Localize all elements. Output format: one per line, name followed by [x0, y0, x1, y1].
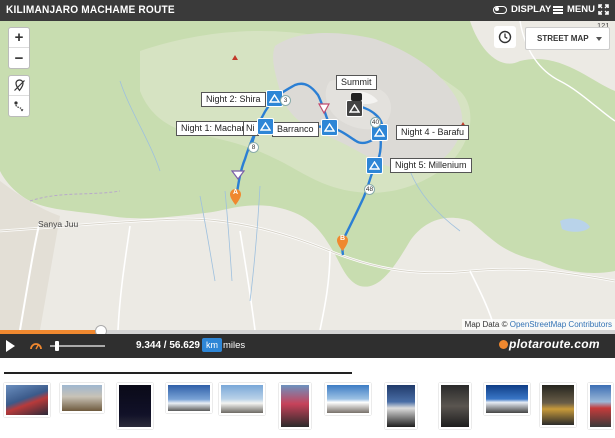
- hide-markers-button[interactable]: [9, 76, 29, 96]
- place-label-sanya-juu: Sanya Juu: [38, 219, 79, 229]
- camp-label-shira[interactable]: Night 2: Shira: [201, 92, 266, 107]
- photo-strip: [0, 358, 615, 438]
- attribution-text: Map Data ©: [464, 320, 508, 329]
- camp-tent-icon[interactable]: [257, 118, 274, 135]
- speed-icon[interactable]: [30, 340, 42, 351]
- photo-thumbnail[interactable]: [60, 383, 104, 413]
- hamburger-icon: [553, 5, 563, 14]
- osm-link[interactable]: OpenStreetMap Contributors: [510, 320, 612, 329]
- tent-icon: [324, 123, 335, 132]
- photo-thumbnail[interactable]: [588, 383, 613, 429]
- end-marker[interactable]: B: [336, 234, 349, 252]
- marker-off-icon: [13, 79, 25, 92]
- mile-marker: 48: [364, 184, 375, 195]
- photo-thumbnail[interactable]: [279, 383, 311, 429]
- photo-thumbnail[interactable]: [540, 383, 576, 427]
- tent-icon: [269, 94, 280, 103]
- camp-label-millenium[interactable]: Night 5: Millenium: [390, 158, 472, 173]
- tent-icon: [349, 104, 360, 113]
- toggle-icon: [493, 5, 507, 14]
- time-button[interactable]: [494, 26, 516, 48]
- photo-strip-divider: [4, 372, 352, 374]
- camp-label-barafu[interactable]: Night 4 - Barafu: [396, 125, 470, 140]
- mile-marker: 40: [370, 117, 381, 128]
- map-pin-icon: [499, 340, 508, 349]
- photo-thumbnail[interactable]: [166, 383, 212, 413]
- end-marker-label: B: [339, 235, 346, 242]
- route-icon: [13, 100, 23, 111]
- photo-thumbnail[interactable]: [439, 383, 471, 429]
- map-layer-label: STREET MAP: [537, 34, 589, 43]
- expand-icon: [598, 4, 609, 15]
- menu-button[interactable]: MENU: [553, 4, 595, 15]
- unit-miles-button[interactable]: miles: [223, 340, 245, 351]
- brand-logo[interactable]: plotaroute.com: [498, 337, 600, 351]
- chevron-down-icon: [596, 37, 602, 41]
- camp-label-summit[interactable]: Summit: [336, 75, 377, 90]
- photo-thumbnail[interactable]: [484, 383, 530, 415]
- camp-label-partial: Ni: [243, 121, 258, 136]
- speed-slider[interactable]: [50, 341, 105, 351]
- zoom-control: + −: [8, 27, 30, 69]
- fullscreen-button[interactable]: [598, 4, 609, 15]
- summit-icon[interactable]: [346, 100, 363, 117]
- menu-label: MENU: [567, 4, 595, 15]
- tent-icon: [374, 128, 385, 137]
- map-view[interactable]: Sanya Juu 121 + − STREET MAP Night 1: Ma…: [0, 21, 615, 330]
- player-controls: 9.344 / 56.629 km miles plotaroute.com: [0, 334, 615, 358]
- brand-text: plotaroute.com: [509, 337, 600, 351]
- mile-marker: 3: [280, 95, 291, 106]
- photo-thumbnail[interactable]: [117, 383, 153, 429]
- camp-tent-icon[interactable]: [366, 157, 383, 174]
- distance-readout: 9.344 / 56.629: [136, 340, 200, 351]
- route-title: KILIMANJARO MACHAME ROUTE: [6, 4, 175, 16]
- map-base: [0, 21, 615, 330]
- start-marker[interactable]: A: [229, 188, 242, 206]
- unit-km-button[interactable]: km: [202, 338, 222, 352]
- speed-slider-handle[interactable]: [55, 341, 59, 351]
- display-toggle-button[interactable]: DISPLAY: [493, 4, 551, 15]
- zoom-in-button[interactable]: +: [9, 28, 29, 48]
- camera-pin-icon[interactable]: [318, 103, 330, 115]
- map-tools: [8, 75, 30, 117]
- start-marker-label: A: [232, 189, 239, 196]
- photo-thumbnail[interactable]: [219, 383, 265, 415]
- tent-icon: [369, 161, 380, 170]
- camp-tent-icon[interactable]: [321, 119, 338, 136]
- play-button[interactable]: [6, 340, 15, 352]
- top-bar: KILIMANJARO MACHAME ROUTE DISPLAY MENU: [0, 0, 615, 21]
- camera-icon[interactable]: [351, 93, 362, 101]
- route-tool-button[interactable]: [9, 96, 29, 116]
- map-layer-select[interactable]: STREET MAP: [525, 27, 610, 50]
- photo-thumbnail[interactable]: [325, 383, 371, 415]
- photo-thumbnail[interactable]: [385, 383, 417, 429]
- photo-thumbnail[interactable]: [4, 383, 50, 417]
- tent-icon: [260, 122, 271, 131]
- camp-label-barranco[interactable]: Barranco: [272, 122, 319, 137]
- clock-icon: [498, 30, 512, 44]
- display-label: DISPLAY: [511, 4, 552, 15]
- zoom-out-button[interactable]: −: [9, 48, 29, 68]
- map-attribution: Map Data © OpenStreetMap Contributors: [461, 319, 615, 330]
- camera-pin-icon[interactable]: [231, 169, 245, 181]
- mile-marker: 8: [248, 142, 259, 153]
